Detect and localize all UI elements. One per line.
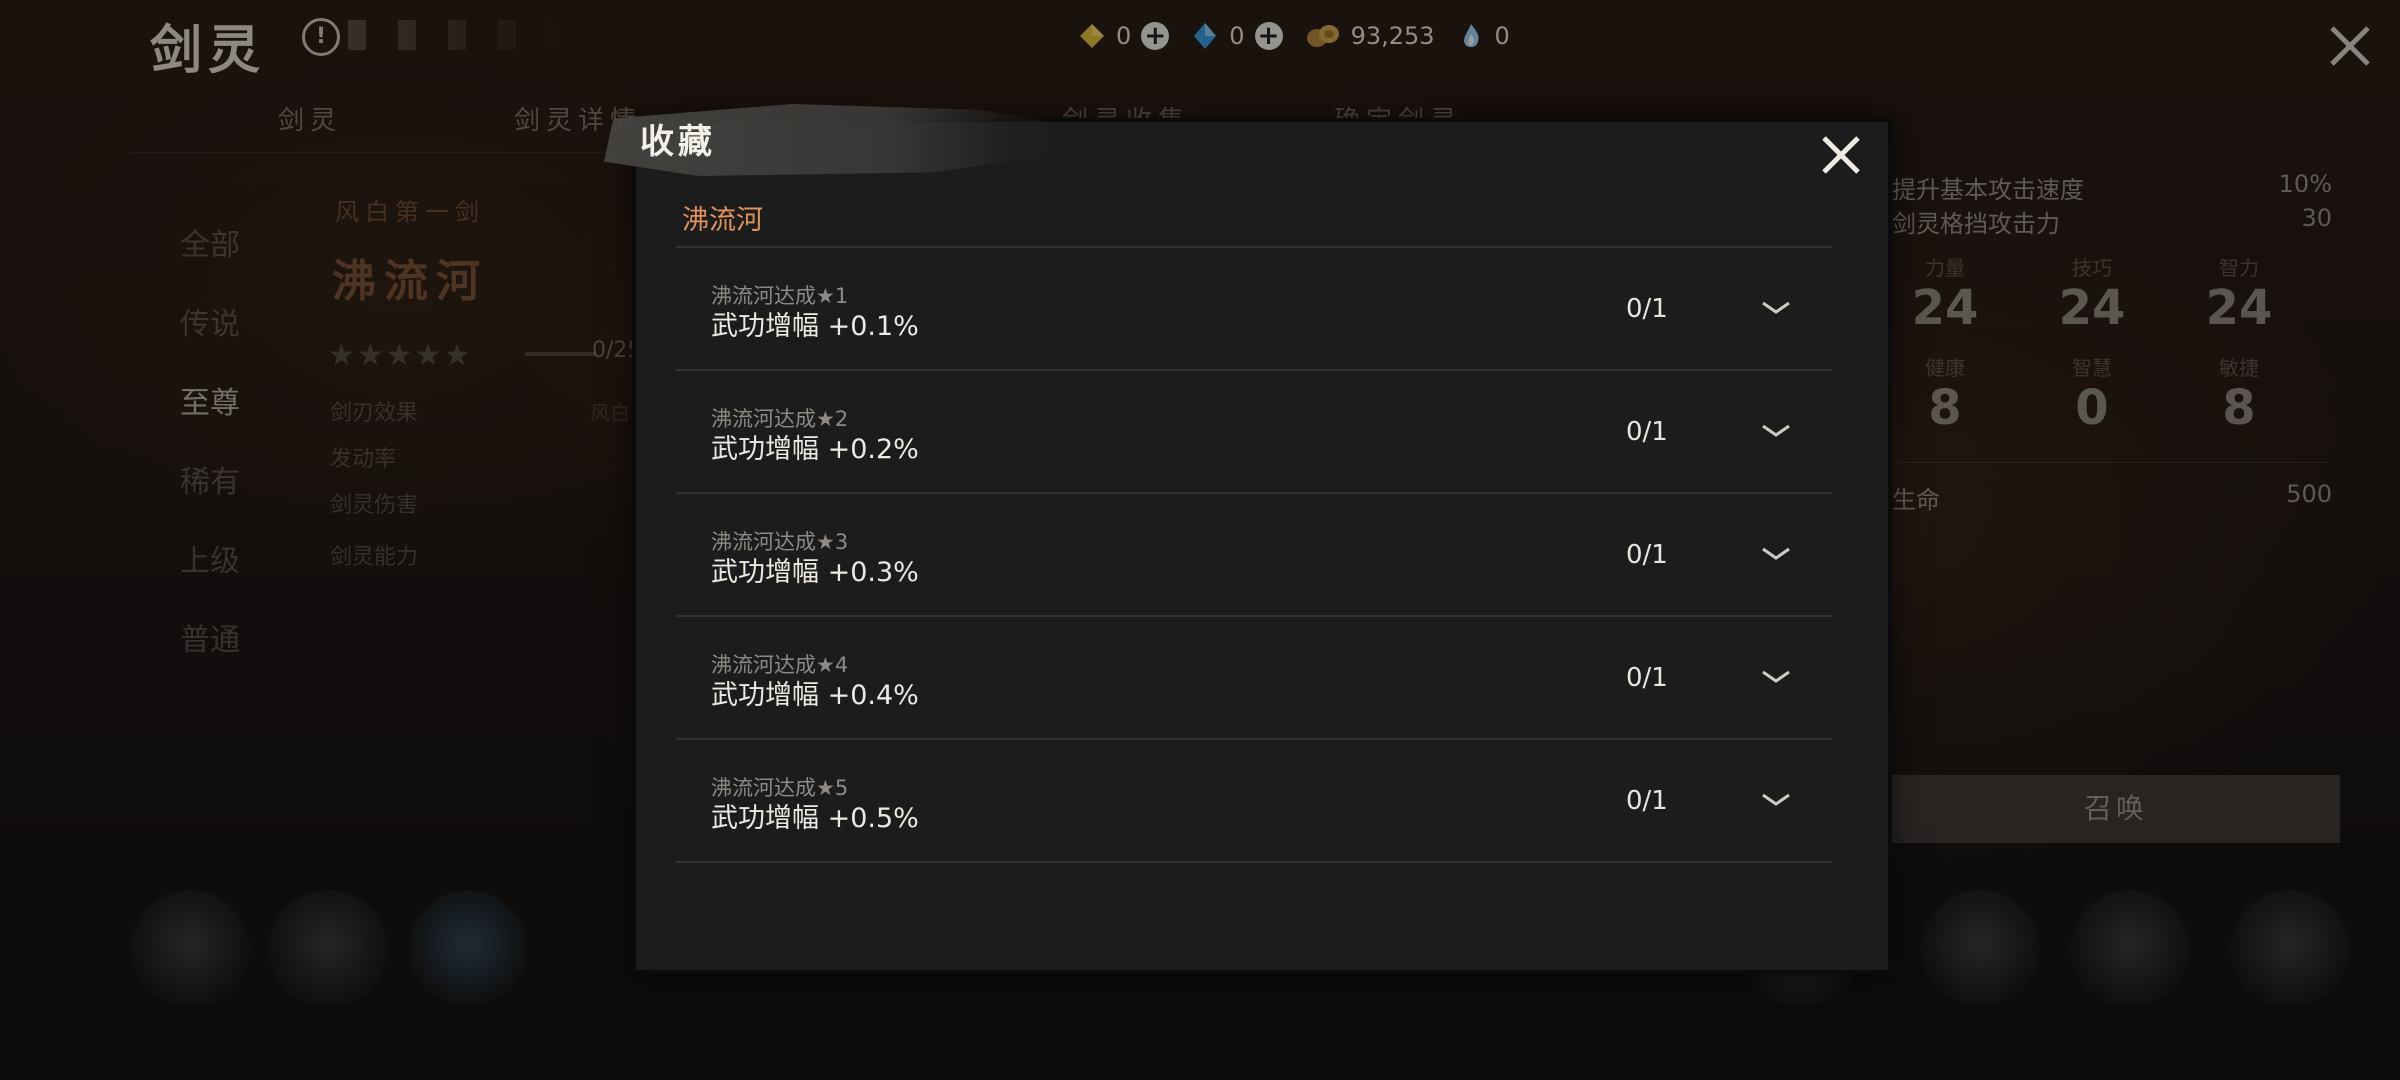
screen: 剑灵 ! 0 + 0 + 93,253 0 剑灵 剑灵详情 剑灵收集 确定剑灵 [0, 0, 2400, 1080]
collection-row[interactable]: 沸流河达成★5 武功增幅 +0.5% 0/1 [676, 740, 1832, 863]
chevron-down-icon[interactable] [1759, 544, 1793, 564]
row-reward: 武功增幅 +0.2% [711, 434, 919, 465]
row-progress: 0/1 [1626, 294, 1668, 324]
chevron-down-icon[interactable] [1759, 667, 1793, 687]
collection-list: 沸流河达成★1 武功增幅 +0.1% 0/1 沸流河达成★2 武功增幅 +0.2… [676, 248, 1832, 863]
row-progress: 0/1 [1626, 663, 1668, 693]
collection-row[interactable]: 沸流河达成★1 武功增幅 +0.1% 0/1 [676, 248, 1832, 371]
row-reward: 武功增幅 +0.4% [711, 680, 919, 711]
row-progress: 0/1 [1626, 786, 1668, 816]
modal-close-icon[interactable] [1818, 132, 1864, 178]
row-progress: 0/1 [1626, 540, 1668, 570]
chevron-down-icon[interactable] [1759, 298, 1793, 318]
chevron-down-icon[interactable] [1759, 421, 1793, 441]
row-reward: 武功增幅 +0.5% [711, 803, 919, 834]
row-reward: 武功增幅 +0.1% [711, 311, 919, 342]
collection-row[interactable]: 沸流河达成★3 武功增幅 +0.3% 0/1 [676, 494, 1832, 617]
modal-title: 收藏 [640, 122, 716, 162]
collection-row[interactable]: 沸流河达成★4 武功增幅 +0.4% 0/1 [676, 617, 1832, 740]
row-progress: 0/1 [1626, 417, 1668, 447]
row-reward: 武功增幅 +0.3% [711, 557, 919, 588]
collection-section-title: 沸流河 [682, 205, 763, 236]
collection-row[interactable]: 沸流河达成★2 武功增幅 +0.2% 0/1 [676, 371, 1832, 494]
chevron-down-icon[interactable] [1759, 790, 1793, 810]
